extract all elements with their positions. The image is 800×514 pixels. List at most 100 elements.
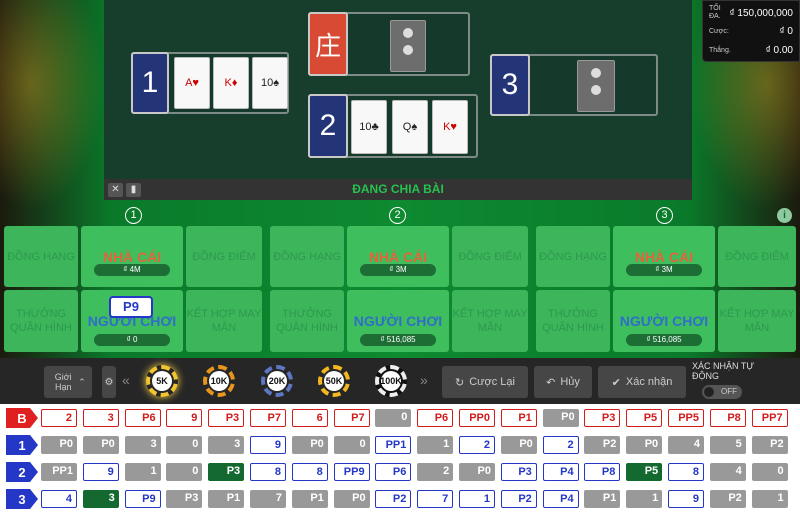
banker-amount: ₫ 3M (626, 264, 702, 276)
road-row: 2 PP1 9 1 0 P3 8 8 PP9 P6 2 P0 P3 P4 P8 P5 8 4 0 (0, 458, 800, 485)
road-cell: 7 (250, 490, 286, 508)
road-cell: 5 (709, 436, 746, 454)
bet-lucky-combo[interactable]: KẾT HỢP MAY MẮN (718, 290, 796, 352)
auto-confirm-label: XÁC NHẬN TỰ ĐỘNG (692, 361, 755, 381)
road-cell: P7 (250, 409, 286, 427)
road-cell: 3 (82, 490, 119, 508)
bet-face-bonus[interactable]: THƯỞNG QUÂN HÌNH (536, 290, 610, 352)
card: K♦ (213, 57, 249, 109)
road-cell: P8 (584, 463, 621, 481)
chip-10k[interactable]: 10K (203, 365, 235, 397)
chevron-right-icon[interactable]: » (420, 372, 428, 388)
cancel-button[interactable]: ↶ Hủy (534, 366, 592, 398)
road-cell: 9 (166, 409, 203, 427)
win-value: ₫ 0.00 (765, 45, 793, 56)
bet-lucky-combo[interactable]: KẾT HỢP MAY MẮN (452, 290, 528, 352)
road-row-label: 1 (6, 435, 38, 455)
road-row-label: B (6, 408, 38, 428)
bet-tie-rank[interactable]: ĐỒNG HẠNG (536, 226, 610, 287)
bet-face-bonus[interactable]: THƯỞNG QUÂN HÌNH (270, 290, 344, 352)
rebet-icon: ↻ (455, 376, 465, 389)
check-icon: ✔ (611, 376, 621, 389)
player-amount: ₫ 0 (94, 334, 170, 346)
road-cell: P1 (500, 409, 537, 427)
banker-amount: ₫ 3M (360, 264, 436, 276)
road-cell: 9 (668, 490, 704, 508)
confirm-label: Xác nhận (625, 376, 673, 388)
bet-lucky-combo[interactable]: KẾT HỢP MAY MẮN (186, 290, 262, 352)
win-label: Thắng. (709, 46, 731, 54)
card: A♥ (174, 57, 210, 109)
road-row: 3 4 3 P9 P3 P1 7 P1 P0 P2 7 1 P2 P4 P1 1 9 P2 1 (0, 485, 800, 512)
road-cell: 2 (41, 409, 77, 427)
road-cell: 1 (417, 436, 454, 454)
bet-tie-rank[interactable]: ĐỒNG HẠNG (4, 226, 78, 287)
road-cell: PP9 (333, 463, 370, 481)
bet-face-bonus[interactable]: THƯỞNG QUÂN HÌNH (4, 290, 78, 352)
road-cell: P0 (500, 436, 537, 454)
card: 10♣ (351, 100, 387, 154)
road-cell: 9 (250, 436, 286, 454)
road-cell: P9 (124, 490, 161, 508)
chevron-left-icon[interactable]: « (122, 372, 130, 388)
video-off-icon[interactable]: ✕ (108, 183, 123, 197)
bet-banker[interactable]: NHÀ CÁI (613, 226, 715, 287)
toggle-knob (704, 387, 714, 397)
signal-icon[interactable]: ▮ (126, 183, 141, 197)
road-cell: P0 (626, 436, 663, 454)
road-cell: P2 (375, 490, 412, 508)
road-cell: P0 (542, 409, 579, 427)
road-cell: P0 (459, 463, 495, 481)
road-cell: 2 (417, 463, 454, 481)
road-cell: P4 (542, 490, 579, 508)
chip-label: 20K (267, 371, 287, 391)
limit-button[interactable]: Giới Hạn ⌃ (44, 366, 92, 398)
road-row: B 2 3 P6 9 P3 P7 6 P7 0 P6 PP0 P1 P0 P3 P5 PP5 P8 PP7 (0, 404, 800, 431)
bet-tie-point[interactable]: ĐỒNG ĐIỂM (186, 226, 262, 287)
road-cell: 0 (166, 463, 203, 481)
cancel-label: Hủy (560, 376, 580, 388)
chip-50k[interactable]: 50K (318, 365, 350, 397)
max-value: ₫ 150,000,000 (729, 7, 793, 19)
road-cell: P6 (124, 409, 161, 427)
road-cell: 1 (124, 463, 161, 481)
rebet-button[interactable]: ↻ Cược Lại (442, 366, 528, 398)
road-cell: P6 (417, 409, 454, 427)
chip-label: 100K (380, 371, 402, 391)
chip-5k[interactable]: 5K (146, 365, 178, 397)
banker-amount: ₫ 4M (94, 264, 170, 276)
road-cell: 7 (417, 490, 454, 508)
road-cell: PP1 (41, 463, 77, 481)
road-cell: 4 (41, 490, 77, 508)
chip-settings-icon[interactable]: ⚙ (102, 366, 116, 398)
result-badge: P9 (109, 296, 153, 318)
dealer-symbol: 庄 (308, 12, 348, 76)
bet-banker[interactable]: NHÀ CÁI (81, 226, 183, 287)
bet-banker[interactable]: NHÀ CÁI (347, 226, 449, 287)
face-down-card (577, 60, 615, 112)
road-cell: P8 (709, 409, 746, 427)
road-cell: P0 (333, 490, 370, 508)
road-cell: P7 (333, 409, 370, 427)
bet-tie-point[interactable]: ĐỒNG ĐIỂM (452, 226, 528, 287)
road-cell: P2 (709, 490, 746, 508)
road-cell: PP7 (751, 409, 788, 427)
road-row-label: 2 (6, 462, 38, 482)
player-label: NGƯỜI CHƠI (619, 313, 709, 329)
road-cell: 2 (542, 436, 579, 454)
road-cell: P3 (208, 463, 245, 481)
road-cell: P1 (584, 490, 621, 508)
road-cell: P5 (626, 463, 663, 481)
road-cell: 3 (82, 409, 119, 427)
confirm-button[interactable]: ✔ Xác nhận (598, 366, 686, 398)
bet-toolbar: Giới Hạn ⌃ ⚙ « 5K 10K 20K 50K 100K » ↻ Cượ… (0, 358, 800, 404)
chip-100k[interactable]: 100K (375, 365, 407, 397)
info-icon[interactable]: i (777, 208, 792, 223)
bet-tie-point[interactable]: ĐỒNG ĐIỂM (718, 226, 796, 287)
bet-tie-rank[interactable]: ĐỒNG HẠNG (270, 226, 344, 287)
auto-confirm-toggle[interactable]: OFF (702, 385, 742, 399)
bet-panel-3: ĐỒNG HẠNG NHÀ CÁI ₫ 3M ĐỒNG ĐIỂM THƯỞNG … (536, 226, 796, 352)
road-cell: 1 (459, 490, 495, 508)
chip-20k[interactable]: 20K (261, 365, 293, 397)
banker-label: NHÀ CÁI (102, 248, 162, 265)
